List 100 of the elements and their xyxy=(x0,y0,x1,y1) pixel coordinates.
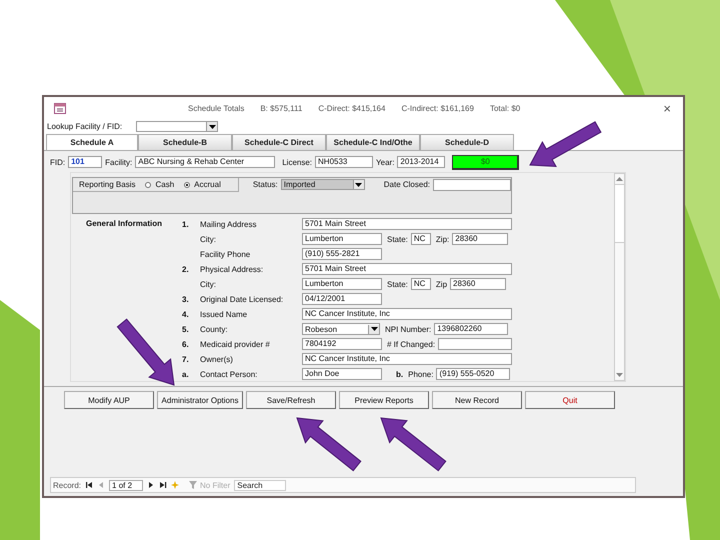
text-field[interactable]: NC xyxy=(410,233,431,245)
form-icon xyxy=(54,102,66,114)
text-field[interactable]: NC Cancer Institute, Inc xyxy=(302,353,512,365)
field-label: Zip xyxy=(436,280,448,288)
year-label: Year: xyxy=(376,158,394,166)
schedule-total: Total: $0 xyxy=(490,104,520,112)
schedule-total: Schedule Totals xyxy=(188,104,244,112)
field-label: Owner(s) xyxy=(200,354,234,364)
text-field[interactable]: 1396802260 xyxy=(434,323,508,335)
scroll-down-icon[interactable] xyxy=(616,373,623,377)
search-field[interactable]: Search xyxy=(234,480,286,490)
section-heading: General Information xyxy=(86,218,164,229)
field-label: Mailing Address xyxy=(200,220,258,228)
item-number: 7. xyxy=(182,354,190,364)
form-button[interactable]: Modify AUP xyxy=(64,391,154,409)
first-record-icon[interactable] xyxy=(85,481,94,489)
date-closed-field[interactable] xyxy=(433,178,511,190)
item-number: 3. xyxy=(182,294,190,304)
text-field[interactable]: (919) 555-0520 xyxy=(436,368,510,380)
field-label: Physical Address: xyxy=(200,264,264,274)
license-label: License: xyxy=(282,158,312,166)
field-label: County: xyxy=(200,324,229,334)
field-label: Issued Name xyxy=(200,310,248,318)
pointer-arrow xyxy=(296,417,362,472)
field-label: Phone: xyxy=(408,370,434,378)
next-record-icon[interactable] xyxy=(147,481,156,489)
radio-button[interactable] xyxy=(145,182,152,188)
record-label: Record: xyxy=(53,480,82,490)
year-field[interactable]: 2013-2014 xyxy=(397,156,446,168)
scroll-thumb[interactable] xyxy=(614,184,625,243)
field-label: State: xyxy=(387,280,408,288)
record-position-field[interactable]: 1 of 2 xyxy=(109,480,144,490)
schedule-tab[interactable]: Schedule A xyxy=(46,134,138,150)
text-field[interactable]: Lumberton xyxy=(302,278,382,290)
field-label: NPI Number: xyxy=(385,324,432,334)
form-button[interactable]: Preview Reports xyxy=(339,391,429,409)
last-record-icon[interactable] xyxy=(159,481,168,489)
text-field[interactable]: NC Cancer Institute, Inc xyxy=(302,308,512,320)
field-label: Facility Phone xyxy=(200,250,252,258)
item-number: a. xyxy=(182,370,190,378)
status-dropdown[interactable]: Imported xyxy=(280,179,365,190)
balance-indicator: $0 xyxy=(452,154,520,170)
text-field[interactable]: (910) 555-2821 xyxy=(302,248,382,260)
form-button[interactable]: Administrator Options xyxy=(157,391,243,409)
previous-record-icon[interactable] xyxy=(97,481,106,489)
item-number: b. xyxy=(396,370,404,378)
field-label: Contact Person: xyxy=(200,370,258,378)
schedule-tab[interactable]: Schedule-C Ind/Othe xyxy=(326,134,420,150)
radio-option[interactable]: Accrual xyxy=(184,180,221,189)
schedule-tab[interactable]: Schedule-B xyxy=(138,134,232,150)
pointer-arrow xyxy=(116,318,175,386)
text-field[interactable]: 04/12/2001 xyxy=(302,293,382,305)
reporting-label: Reporting Basis xyxy=(79,180,136,189)
county-dropdown[interactable]: Robeson xyxy=(302,323,380,335)
field-label: Original Date Licensed: xyxy=(200,294,284,304)
field-label: Medicaid provider # xyxy=(200,340,271,348)
schedule-total: C-Direct: $415,164 xyxy=(318,104,386,112)
item-number: 2. xyxy=(182,264,190,274)
text-field[interactable]: 28360 xyxy=(450,278,506,290)
lookup-label: Lookup Facility / FID: xyxy=(47,122,122,131)
item-number: 5. xyxy=(182,324,190,334)
field-label: Zip: xyxy=(436,234,450,244)
item-number: 1. xyxy=(182,220,190,228)
new-record-icon[interactable] xyxy=(171,481,180,489)
schedule-tab[interactable]: Schedule-C Direct xyxy=(232,134,326,150)
field-label: # If Changed: xyxy=(387,340,436,348)
dropdown-icon[interactable] xyxy=(355,182,362,186)
field-label: State: xyxy=(387,234,408,244)
item-number: 4. xyxy=(182,310,190,318)
form-button[interactable]: Quit xyxy=(525,391,615,409)
text-field[interactable]: 28360 xyxy=(452,233,508,245)
facility-field[interactable]: ABC Nursing & Rehab Center xyxy=(135,156,276,168)
text-field[interactable]: 5701 Main Street xyxy=(302,218,512,230)
fid-label: FID: xyxy=(50,158,66,166)
text-field[interactable]: 5701 Main Street xyxy=(302,263,512,275)
text-field[interactable] xyxy=(438,338,512,350)
text-field[interactable]: Lumberton xyxy=(302,233,382,245)
status-label: Status: xyxy=(252,180,278,189)
schedule-tab[interactable]: Schedule-D xyxy=(420,134,514,150)
scroll-up-icon[interactable] xyxy=(616,177,623,181)
text-field[interactable]: NC xyxy=(410,278,431,290)
field-label: City: xyxy=(200,280,217,288)
form-button[interactable]: New Record xyxy=(432,391,522,409)
facility-label: Facility: xyxy=(105,158,132,166)
license-field[interactable]: NH0533 xyxy=(315,156,374,168)
schedule-total: B: $575,111 xyxy=(260,104,302,112)
dropdown-icon[interactable] xyxy=(208,124,216,128)
pointer-arrow xyxy=(380,417,446,472)
schedule-total: C-Indirect: $161,169 xyxy=(401,104,474,112)
text-field[interactable]: John Doe xyxy=(302,368,382,380)
form-button[interactable]: Save/Refresh xyxy=(246,391,336,409)
fid-field[interactable]: 101 xyxy=(68,156,102,168)
close-button[interactable]: × xyxy=(659,100,675,116)
text-field[interactable]: 7804192 xyxy=(302,338,382,350)
radio-option[interactable]: Cash xyxy=(145,180,174,189)
radio-button[interactable] xyxy=(184,182,190,188)
scrollbar[interactable] xyxy=(614,173,625,381)
date-closed-label: Date Closed: xyxy=(384,180,430,189)
dropdown-icon[interactable] xyxy=(370,327,378,331)
item-number: 6. xyxy=(182,340,190,348)
